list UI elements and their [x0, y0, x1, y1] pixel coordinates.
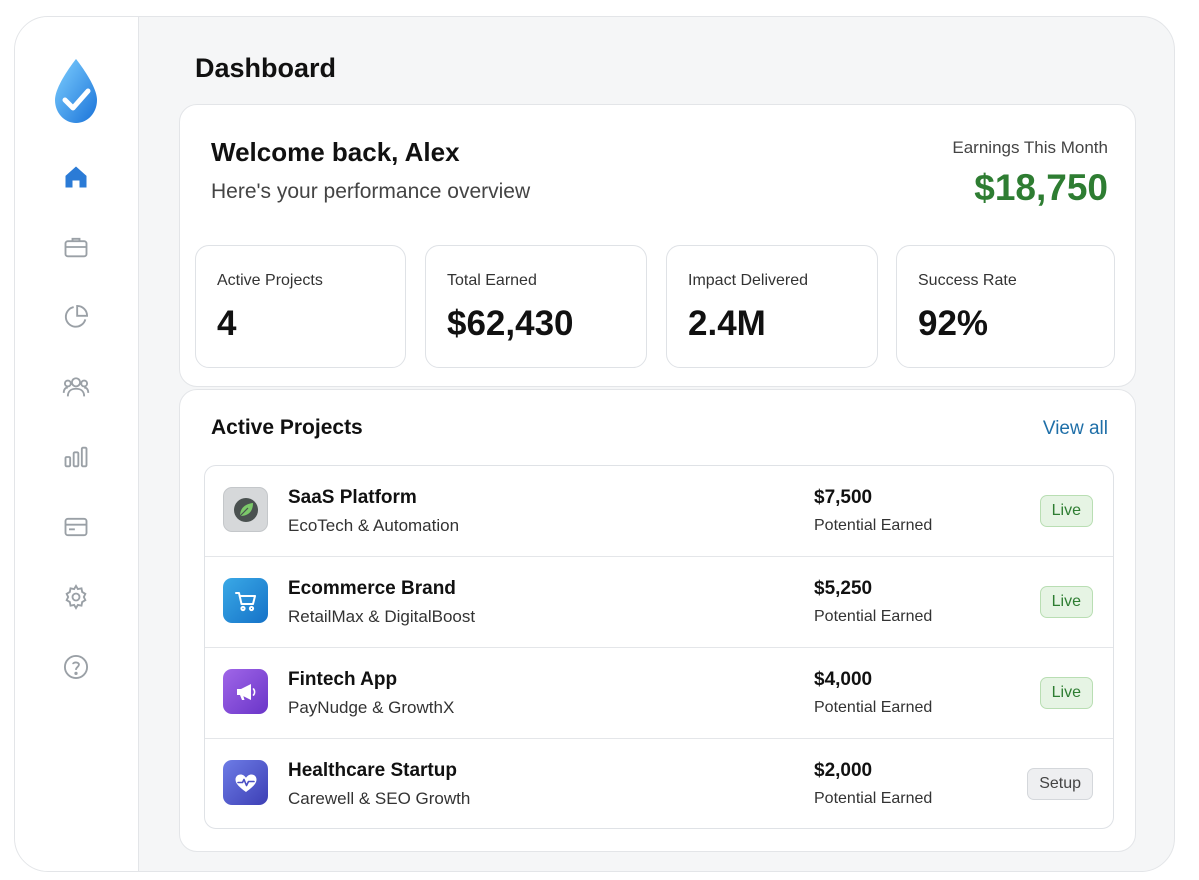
project-logo — [223, 578, 268, 623]
stat-label: Active Projects — [217, 272, 323, 289]
stat-label: Total Earned — [447, 272, 537, 289]
nav-reports[interactable] — [57, 438, 95, 476]
nav-analytics[interactable] — [57, 298, 95, 336]
section-title: Active Projects — [211, 416, 363, 439]
stat-label: Success Rate — [918, 272, 1017, 289]
status-badge: Setup — [1027, 768, 1093, 800]
water-drop-check-logo[interactable] — [51, 57, 101, 125]
project-row-healthcare-startup[interactable]: Healthcare Startup Carewell & SEO Growth… — [205, 739, 1113, 828]
project-logo — [223, 760, 268, 805]
cart-icon — [234, 591, 256, 611]
project-logo — [223, 669, 268, 714]
project-list: SaaS Platform EcoTech & Automation $7,50… — [204, 465, 1114, 829]
project-amount: $4,000 — [814, 669, 873, 690]
stat-label: Impact Delivered — [688, 272, 809, 289]
project-name: Healthcare Startup — [288, 760, 457, 781]
card-icon — [64, 517, 88, 537]
sidebar — [15, 17, 139, 871]
users-icon — [62, 377, 90, 397]
stat-card-success-rate: Success Rate 92% — [896, 245, 1115, 368]
project-amount-label: Potential Earned — [814, 608, 933, 625]
active-projects-card: Active Projects View all SaaS Platform E… — [179, 389, 1136, 852]
gear-icon — [65, 584, 87, 610]
nav-projects[interactable] — [57, 228, 95, 266]
nav-team[interactable] — [57, 368, 95, 406]
status-badge: Live — [1039, 677, 1093, 709]
help-icon — [63, 654, 89, 680]
earnings-label: Earnings This Month — [952, 138, 1108, 157]
project-name: Ecommerce Brand — [288, 578, 456, 599]
project-amount-label: Potential Earned — [814, 699, 933, 716]
leaf-icon — [233, 497, 258, 522]
stat-value: 4 — [217, 304, 237, 343]
page-title: Dashboard — [195, 53, 337, 83]
project-partners: EcoTech & Automation — [288, 516, 460, 535]
project-partners: PayNudge & GrowthX — [288, 698, 455, 717]
nav-settings[interactable] — [57, 578, 95, 616]
project-name: SaaS Platform — [288, 487, 417, 508]
overview-card: Welcome back, Alex Here's your performan… — [179, 104, 1136, 387]
project-row-ecommerce-brand[interactable]: Ecommerce Brand RetailMax & DigitalBoost… — [205, 557, 1113, 648]
nav-home[interactable] — [57, 158, 95, 196]
home-icon — [65, 166, 87, 188]
project-amount-label: Potential Earned — [814, 517, 933, 534]
stat-card-impact-delivered: Impact Delivered 2.4M — [666, 245, 878, 368]
welcome-subtitle: Here's your performance overview — [211, 180, 531, 203]
project-amount: $7,500 — [814, 487, 873, 508]
project-row-saas-platform[interactable]: SaaS Platform EcoTech & Automation $7,50… — [205, 466, 1113, 557]
project-logo — [223, 487, 268, 532]
earnings-value: $18,750 — [974, 167, 1108, 208]
project-amount: $2,000 — [814, 760, 873, 781]
stat-card-active-projects: Active Projects 4 — [195, 245, 406, 368]
stat-card-total-earned: Total Earned $62,430 — [425, 245, 647, 368]
heart-pulse-icon — [235, 774, 256, 792]
project-name: Fintech App — [288, 669, 398, 690]
pie-chart-icon — [64, 304, 89, 328]
welcome-heading: Welcome back, Alex — [211, 137, 460, 167]
megaphone-icon — [236, 683, 255, 700]
stat-value: 2.4M — [688, 304, 766, 343]
bar-chart-icon — [64, 446, 88, 468]
briefcase-icon — [64, 237, 88, 258]
nav-help[interactable] — [57, 648, 95, 686]
status-badge: Live — [1039, 586, 1093, 618]
view-all-link[interactable]: View all — [1043, 418, 1108, 440]
project-row-fintech-app[interactable]: Fintech App PayNudge & GrowthX $4,000 Po… — [205, 648, 1113, 739]
stat-value: $62,430 — [447, 304, 574, 343]
project-amount-label: Potential Earned — [814, 790, 933, 807]
nav-billing[interactable] — [57, 508, 95, 546]
stat-value: 92% — [918, 304, 989, 343]
status-badge: Live — [1039, 495, 1093, 527]
app-window: Dashboard Welcome back, Alex Here's your… — [14, 16, 1175, 872]
project-partners: RetailMax & DigitalBoost — [288, 607, 476, 626]
project-amount: $5,250 — [814, 578, 873, 599]
project-partners: Carewell & SEO Growth — [288, 789, 471, 808]
